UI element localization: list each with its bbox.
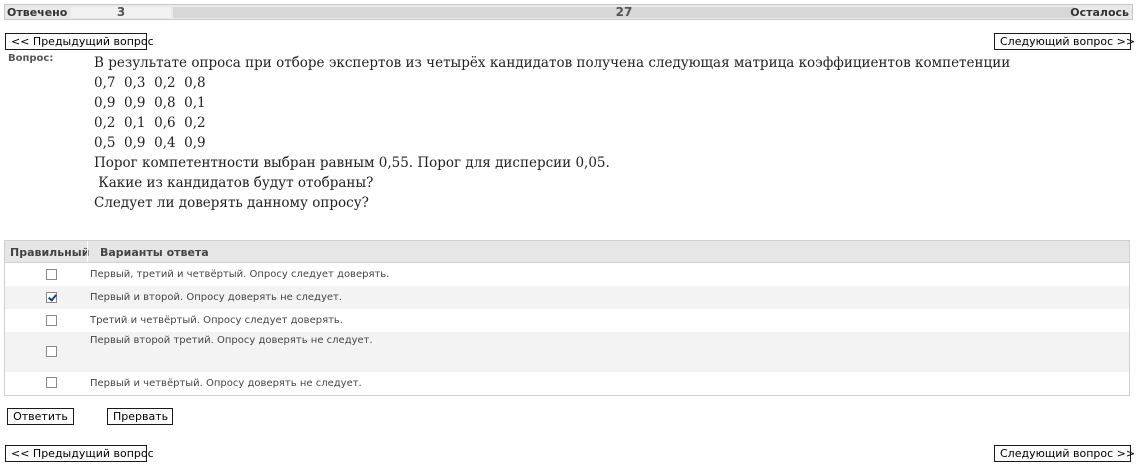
abort-button[interactable]: Прервать	[107, 408, 173, 425]
answer-checkbox[interactable]	[46, 377, 57, 388]
answers-table: Правильный Варианты ответа Первый, трети…	[4, 240, 1130, 396]
question-line: 0,2 0,1 0,6 0,2	[94, 115, 206, 131]
answer-checkbox[interactable]	[46, 315, 57, 326]
answer-row: Первый и второй. Опросу доверять не след…	[5, 286, 1129, 309]
answer-text: Первый второй третий. Опросу доверять не…	[90, 335, 373, 346]
question-line: 0,9 0,9 0,8 0,1	[94, 95, 206, 111]
answer-row: Первый второй третий. Опросу доверять не…	[5, 332, 1129, 372]
remaining-count: 27	[173, 6, 1075, 18]
question-label: Вопрос:	[8, 53, 54, 64]
column-header-options: Варианты ответа	[100, 246, 209, 259]
question-line: В результате опроса при отборе экспертов…	[94, 55, 1011, 71]
column-header-correct: Правильный	[10, 246, 90, 259]
answer-row: Первый, третий и четвёртый. Опросу следу…	[5, 263, 1129, 286]
answered-count: 3	[71, 6, 171, 18]
prev-question-button-top[interactable]: << Предыдущий вопрос	[5, 33, 154, 50]
answer-text: Первый, третий и четвёртый. Опросу следу…	[90, 269, 390, 280]
next-question-button-bottom[interactable]: Следующий вопрос >>	[994, 445, 1135, 462]
answered-label: Отвечено	[7, 6, 68, 19]
answer-checkbox[interactable]	[46, 292, 57, 303]
question-line: 0,5 0,9 0,4 0,9	[94, 135, 206, 151]
answer-text: Первый и второй. Опросу доверять не след…	[90, 292, 343, 303]
answer-button[interactable]: Ответить	[7, 408, 74, 425]
progress-bar: Отвечено 3 27 Осталось	[4, 4, 1133, 20]
question-line: Порог компетентности выбран равным 0,55.…	[94, 155, 610, 171]
question-line: Следует ли доверять данному опросу?	[94, 195, 369, 211]
answer-row: Третий и четвёртый. Опросу следует довер…	[5, 309, 1129, 332]
question-line: 0,7 0,3 0,2 0,8	[94, 75, 206, 91]
answer-checkbox[interactable]	[46, 346, 57, 357]
next-question-button-top[interactable]: Следующий вопрос >>	[994, 33, 1135, 50]
answers-table-header: Правильный Варианты ответа	[5, 241, 1129, 263]
remaining-label: Осталось	[1070, 6, 1129, 19]
prev-question-button-bottom[interactable]: << Предыдущий вопрос	[5, 445, 154, 462]
answer-text: Первый и четвёртый. Опросу доверять не с…	[90, 378, 362, 389]
header-divider	[87, 241, 88, 262]
answer-row: Первый и четвёртый. Опросу доверять не с…	[5, 372, 1129, 395]
answer-checkbox[interactable]	[46, 269, 57, 280]
answer-text: Третий и четвёртый. Опросу следует довер…	[90, 315, 343, 326]
question-text: В результате опроса при отборе экспертов…	[94, 53, 1094, 213]
question-line: Какие из кандидатов будут отобраны?	[94, 175, 374, 191]
